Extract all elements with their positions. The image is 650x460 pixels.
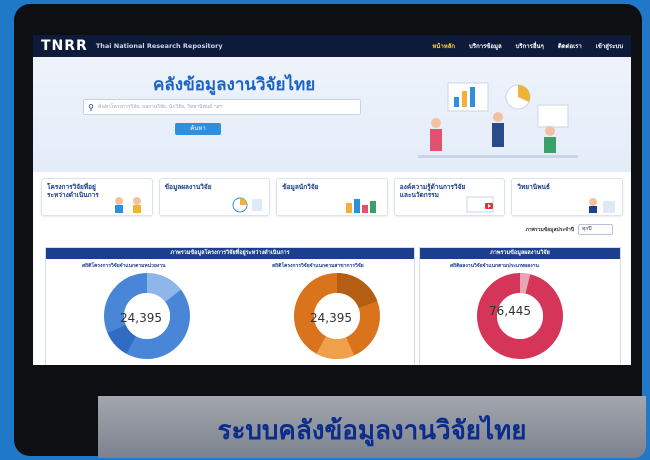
nav-other-services[interactable]: บริการอื่นๆ <box>516 41 544 51</box>
category-label: โครงการวิจัยที่อยู่ระหว่างดำเนินการ <box>47 183 99 199</box>
category-knowledge-innovation[interactable]: องค์ความรู้ด้านการวิจัยและนวัตกรรม <box>393 178 506 216</box>
hero-section: คลังข้อมูลงานวิจัยไทย ⚲ ค้นหาโครงการวิจั… <box>33 57 631 172</box>
caption-text: ระบบคลังข้อมูลงานวิจัยไทย <box>217 416 527 446</box>
category-label: ข้อมูลผลงานวิจัย <box>164 183 212 191</box>
video-icon <box>466 196 494 213</box>
graduate-icon <box>588 198 615 213</box>
category-researchers[interactable]: ข้อมูลนักวิจัย <box>276 178 388 216</box>
chart-title: สถิติโครงการวิจัยจำแนกตามสาขาการวิจัย <box>272 263 364 269</box>
chart-total: 24,395 <box>310 311 352 325</box>
category-thesis[interactable]: วิทยานิพนธ์ <box>511 178 623 216</box>
category-ongoing-projects[interactable]: โครงการวิจัยที่อยู่ระหว่างดำเนินการ <box>41 178 153 216</box>
search-icon: ⚲ <box>88 102 94 112</box>
chart-title: สถิติโครงการวิจัยจำแนกตามหน่วยงาน <box>82 263 166 269</box>
ongoing-projects-panel: ภาพรวมข้อมูลโครงการวิจัยที่อยู่ระหว่างดำ… <box>45 247 415 365</box>
category-label: องค์ความรู้ด้านการวิจัยและนวัตกรรม <box>399 183 466 199</box>
panel-header: ภาพรวมข้อมูลโครงการวิจัยที่อยู่ระหว่างดำ… <box>46 248 414 259</box>
hero-title: คลังข้อมูลงานวิจัยไทย <box>153 75 316 95</box>
category-label: วิทยานิพนธ์ <box>517 183 550 191</box>
researchers-icon <box>345 199 376 213</box>
year-select[interactable]: ทุกปี <box>578 224 613 235</box>
nav-data-services[interactable]: บริการข้อมูล <box>469 41 502 51</box>
website-screenshot: TNRR Thai National Research Repository ห… <box>33 35 631 365</box>
people-icon <box>114 197 141 213</box>
year-filter: ภาพรวมข้อมูลประจำปี ทุกปี <box>33 216 631 235</box>
chart-icon <box>232 197 263 213</box>
site-logo[interactable]: TNRR <box>41 38 88 54</box>
nav-login[interactable]: เข้าสู่ระบบ <box>596 41 623 51</box>
panel-header: ภาพรวมข้อมูลผลงานวิจัย <box>420 248 620 259</box>
top-navigation: TNRR Thai National Research Repository ห… <box>33 35 631 57</box>
research-output-panel: ภาพรวมข้อมูลผลงานวิจัย สถิติผลงานวิจัยจำ… <box>419 247 621 365</box>
chart-total: 76,445 <box>489 304 531 318</box>
research-illustration <box>418 82 578 158</box>
site-name: Thai National Research Repository <box>95 42 223 50</box>
nav-home[interactable]: หน้าหลัก <box>432 41 455 51</box>
chart-title: สถิติผลงานวิจัยจำแนกตามประเภทผลงาน <box>450 263 539 269</box>
nav-links: หน้าหลัก บริการข้อมูล บริการอื่นๆ ติดต่อ… <box>432 41 623 51</box>
search-placeholder: ค้นหาโครงการวิจัย, ผลงานวิจัย, นักวิจัย,… <box>98 104 223 110</box>
chart-total: 24,395 <box>120 311 162 325</box>
search-button[interactable]: ค้นหา <box>175 123 221 135</box>
year-filter-label: ภาพรวมข้อมูลประจำปี <box>525 226 574 233</box>
category-cards: โครงการวิจัยที่อยู่ระหว่างดำเนินการ ข้อม… <box>33 172 631 216</box>
category-research-output[interactable]: ข้อมูลผลงานวิจัย <box>158 178 271 216</box>
caption-banner: ระบบคลังข้อมูลงานวิจัยไทย <box>98 396 646 458</box>
nav-contact[interactable]: ติดต่อเรา <box>558 41 582 51</box>
category-label: ข้อมูลนักวิจัย <box>282 183 319 191</box>
search-input[interactable]: ⚲ ค้นหาโครงการวิจัย, ผลงานวิจัย, นักวิจั… <box>83 99 361 115</box>
